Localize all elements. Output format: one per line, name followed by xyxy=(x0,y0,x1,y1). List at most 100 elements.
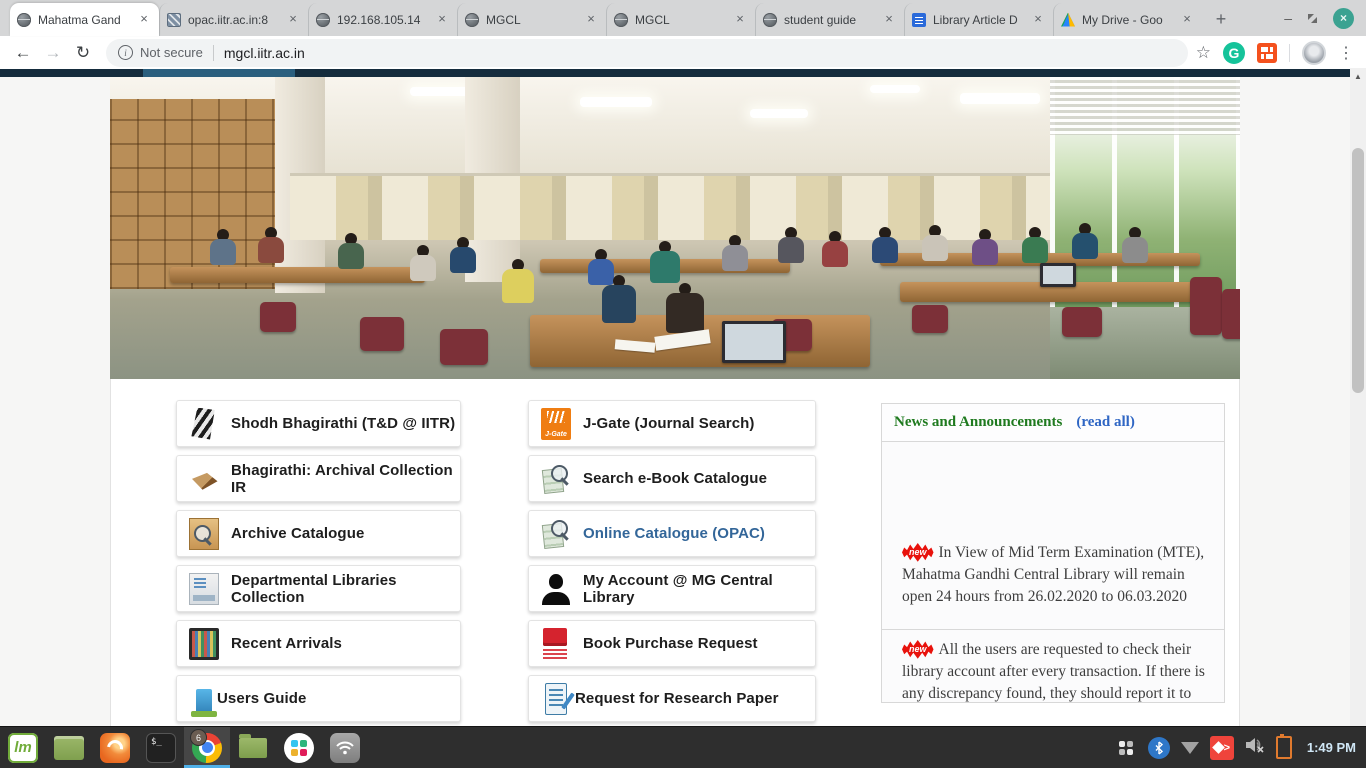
photo-laptop xyxy=(722,321,786,363)
link-jgate[interactable]: J-Gate J-Gate (Journal Search) xyxy=(528,400,816,447)
photo-person xyxy=(650,241,680,283)
photo-person xyxy=(1022,227,1048,263)
files-launcher[interactable] xyxy=(230,727,276,768)
scrollbar-thumb[interactable] xyxy=(1352,148,1364,393)
volume-muted-icon[interactable] xyxy=(1245,737,1265,758)
link-archive-catalogue[interactable]: Archive Catalogue xyxy=(176,510,461,557)
url-text[interactable]: mgcl.iitr.ac.in xyxy=(224,45,305,61)
tab-my-drive[interactable]: My Drive - Goo × xyxy=(1053,3,1202,36)
anydesk-icon[interactable]: > xyxy=(1210,736,1234,760)
link-ebook-catalogue[interactable]: Search e-Book Catalogue xyxy=(528,455,816,502)
tab-title: student guide xyxy=(784,13,874,27)
network-settings-launcher[interactable] xyxy=(322,727,368,768)
page-scrollbar[interactable]: ▲ xyxy=(1350,68,1366,726)
slack-launcher[interactable] xyxy=(276,727,322,768)
red-book-icon xyxy=(541,628,571,660)
photo-person xyxy=(972,229,998,265)
chrome-window-button[interactable]: 6 xyxy=(184,727,230,768)
scroll-up-arrow[interactable]: ▲ xyxy=(1350,72,1366,81)
profile-avatar[interactable] xyxy=(1302,41,1326,65)
tab-close-icon[interactable]: × xyxy=(434,12,450,28)
bookmark-star-icon[interactable]: ☆ xyxy=(1196,43,1211,63)
reload-button[interactable]: ↻ xyxy=(68,38,98,68)
news-text: All the users are requested to check the… xyxy=(902,641,1205,703)
tab-mgcl-2[interactable]: MGCL × xyxy=(606,3,755,36)
link-recent-arrivals[interactable]: Recent Arrivals xyxy=(176,620,461,667)
slack-tray-icon[interactable] xyxy=(1115,737,1137,759)
photo-chair xyxy=(260,302,296,332)
grammarly-extension-icon[interactable]: G xyxy=(1223,42,1245,64)
link-my-account[interactable]: My Account @ MG Central Library xyxy=(528,565,816,612)
back-button[interactable]: ← xyxy=(8,38,38,68)
photo-person xyxy=(922,225,948,261)
tab-strip: Mahatma Gand × opac.iitr.ac.in:8 × 192.1… xyxy=(0,0,1366,36)
photo-person xyxy=(1122,227,1148,263)
tab-title: My Drive - Goo xyxy=(1082,13,1172,27)
tab-student-guide[interactable]: student guide × xyxy=(755,3,904,36)
info-icon[interactable]: i xyxy=(118,45,133,60)
photo-person xyxy=(722,235,748,271)
books-magnifier-icon xyxy=(541,518,571,550)
globe-favicon xyxy=(465,13,479,27)
photo-person-foreground xyxy=(666,283,704,333)
clock[interactable]: 1:49 PM xyxy=(1307,740,1356,755)
new-badge: new xyxy=(902,640,934,659)
link-book-purchase[interactable]: Book Purchase Request xyxy=(528,620,816,667)
anydesk-diamond xyxy=(1212,741,1225,754)
tab-ip-address[interactable]: 192.168.105.14 × xyxy=(308,3,457,36)
link-label: Online Catalogue (OPAC) xyxy=(583,525,765,542)
taskbar: lm $_ 6 > xyxy=(0,726,1366,768)
photo-person xyxy=(1072,223,1098,259)
link-research-paper[interactable]: Request for Research Paper xyxy=(528,675,816,722)
read-all-link[interactable]: (read all) xyxy=(1076,414,1134,431)
tab-close-icon[interactable]: × xyxy=(1030,12,1046,28)
photo-right-windows xyxy=(1050,77,1240,309)
grid-extension-icon[interactable] xyxy=(1257,43,1277,63)
tab-mgcl-1[interactable]: MGCL × xyxy=(457,3,606,36)
tab-close-icon[interactable]: × xyxy=(732,12,748,28)
tab-close-icon[interactable]: × xyxy=(136,12,152,28)
forward-button[interactable]: → xyxy=(38,38,68,68)
mint-menu-button[interactable]: lm xyxy=(0,727,46,768)
divider xyxy=(213,45,214,61)
link-users-guide[interactable]: Users Guide xyxy=(176,675,461,722)
photo-person-foreground xyxy=(602,275,636,323)
firefox-launcher[interactable] xyxy=(92,727,138,768)
photo-chair xyxy=(1062,307,1102,337)
link-bhagirathi-archival[interactable]: Bhagirathi: Archival Collection IR xyxy=(176,455,461,502)
google-docs-favicon xyxy=(912,13,926,27)
browser-toolbar: ← → ↻ i Not secure mgcl.iitr.ac.in ☆ G ⋮ xyxy=(0,36,1366,69)
tab-close-icon[interactable]: × xyxy=(583,12,599,28)
terminal-launcher[interactable]: $_ xyxy=(138,727,184,768)
person-silhouette-icon xyxy=(541,573,571,605)
bluetooth-icon[interactable] xyxy=(1148,737,1170,759)
card-magnifier-icon xyxy=(189,518,219,550)
new-tab-button[interactable]: + xyxy=(1206,4,1236,34)
photo-stacked-chairs xyxy=(1190,277,1222,335)
tab-mahatma-gandhi[interactable]: Mahatma Gand × xyxy=(10,3,159,36)
tab-close-icon[interactable]: × xyxy=(1179,12,1195,28)
tab-title: Mahatma Gand xyxy=(38,13,129,27)
link-label: J-Gate (Journal Search) xyxy=(583,415,755,432)
link-departmental-libraries[interactable]: Departmental Libraries Collection xyxy=(176,565,461,612)
tab-close-icon[interactable]: × xyxy=(881,12,897,28)
minimize-button[interactable]: – xyxy=(1284,13,1292,23)
restore-button[interactable] xyxy=(1308,14,1317,23)
address-bar[interactable]: i Not secure mgcl.iitr.ac.in xyxy=(106,39,1188,67)
browser-menu-icon[interactable]: ⋮ xyxy=(1338,43,1354,63)
notification-badge: 6 xyxy=(190,729,207,746)
desktop-icon xyxy=(54,736,84,760)
firefox-icon xyxy=(100,733,130,763)
tab-close-icon[interactable]: × xyxy=(285,12,301,28)
show-desktop-button[interactable] xyxy=(46,727,92,768)
photo-laptop xyxy=(1040,263,1076,287)
link-opac[interactable]: Online Catalogue (OPAC) xyxy=(528,510,816,557)
tab-library-article[interactable]: Library Article D × xyxy=(904,3,1053,36)
tab-opac[interactable]: opac.iitr.ac.in:8 × xyxy=(159,3,308,36)
link-shodh-bhagirathi[interactable]: Shodh Bhagirathi (T&D @ IITR) xyxy=(176,400,461,447)
battery-icon[interactable] xyxy=(1276,736,1292,759)
close-window-button[interactable]: × xyxy=(1333,8,1354,29)
photo-person xyxy=(258,227,284,263)
magnifier-icon xyxy=(551,465,568,482)
network-tray-icon[interactable] xyxy=(1181,742,1199,754)
